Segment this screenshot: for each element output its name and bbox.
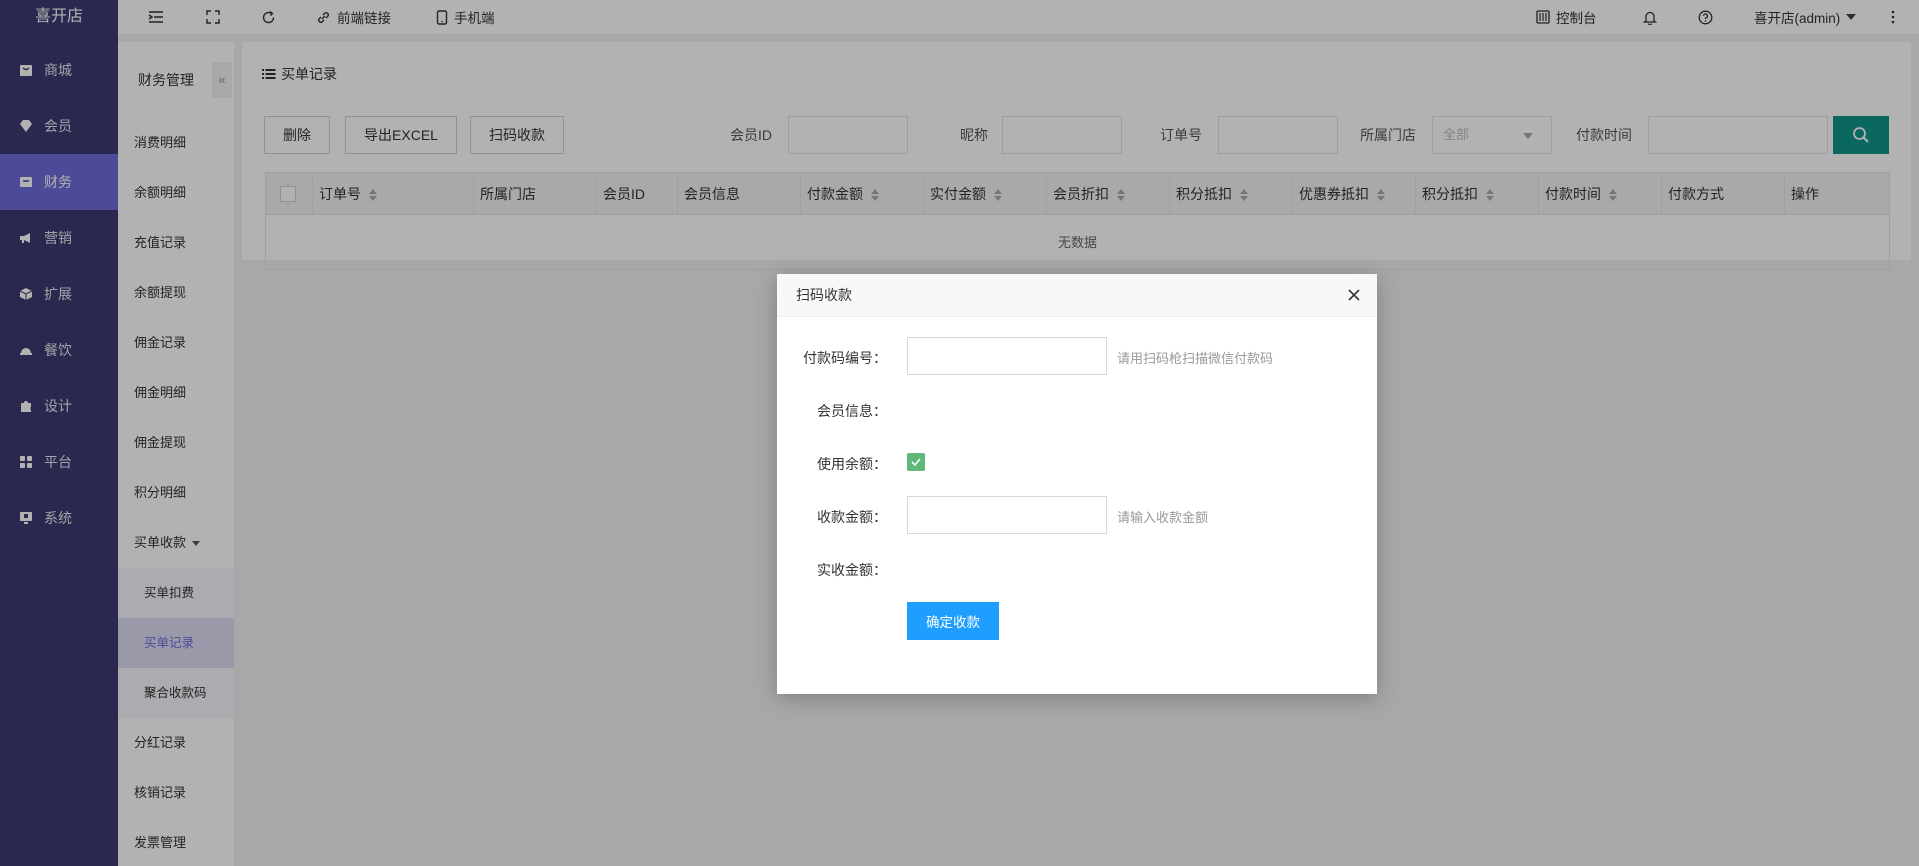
confirm-payment-button[interactable]: 确定收款 <box>907 602 999 640</box>
use-balance-checkbox[interactable] <box>907 453 925 471</box>
pay-code-input[interactable] <box>907 337 1107 375</box>
amount-label: 收款金额： <box>817 509 887 525</box>
scan-pay-dialog: 扫码收款 付款码编号： 请用扫码枪扫描微信付款码 会员信息： 使用余额： 收款金… <box>777 274 1377 694</box>
close-icon[interactable] <box>1345 286 1363 304</box>
dialog-header: 扫码收款 <box>777 274 1377 317</box>
member-info-label: 会员信息： <box>817 403 887 419</box>
use-balance-label: 使用余额： <box>817 456 887 472</box>
dialog-title: 扫码收款 <box>796 287 852 303</box>
actual-amount-label: 实收金额： <box>817 562 887 578</box>
pay-code-hint: 请用扫码枪扫描微信付款码 <box>1117 351 1274 366</box>
pay-code-label: 付款码编号： <box>803 350 887 366</box>
amount-input[interactable] <box>907 496 1107 534</box>
amount-hint: 请输入收款金额 <box>1117 510 1209 525</box>
check-icon <box>911 458 921 467</box>
